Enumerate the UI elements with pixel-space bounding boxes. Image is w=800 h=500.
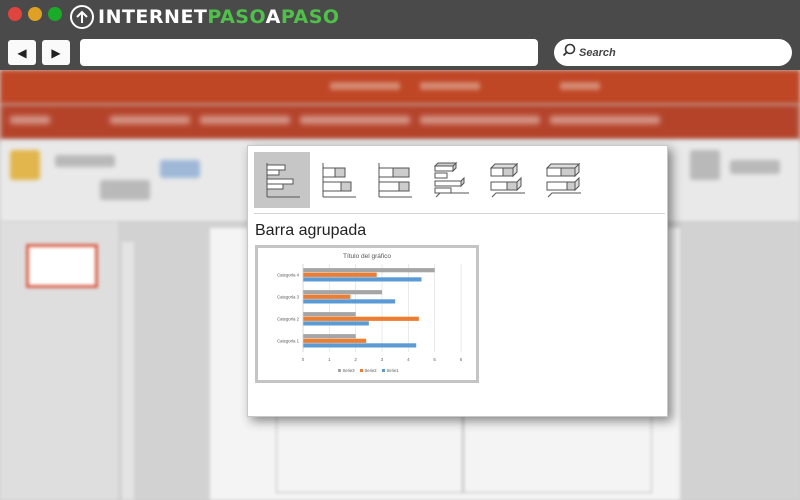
legend-swatch [360,369,363,372]
minimize-window-button[interactable] [28,7,42,21]
close-window-button[interactable] [8,7,22,21]
site-logo: INTERNETPASOAPASO [70,5,340,29]
legend-label: Serie3 [343,368,356,373]
category-label: Categoría 2 [277,317,300,322]
chart-preview-svg: Título del gráfico 0 1 2 3 4 5 6 Categoría 1 Cate… [258,248,476,380]
x-tick-label: 0 [302,357,305,362]
slide-thumbnail[interactable] [26,244,98,288]
browser-toolbar: ◀ ▶ Search [0,34,800,70]
logo-text: INTERNETPASOAPASO [98,6,340,28]
chart-type-list [254,152,590,208]
chart-preview[interactable]: Título del gráfico 0 1 2 3 4 5 6 Categoría 1 Cate… [255,245,479,383]
x-tick-label: 1 [328,357,331,362]
category-label: Categoría 3 [277,295,300,300]
bar-serie2 [303,316,419,321]
category-label: Categoría 1 [277,339,300,344]
bar-serie2 [303,272,377,277]
legend-swatch [382,369,385,372]
search-icon [562,43,576,62]
browser-titlebar: INTERNETPASOAPASO [0,0,800,34]
clustered-bar-option[interactable] [254,152,310,208]
3d-100-stacked-bar-option[interactable] [534,152,590,208]
bar-serie1 [303,321,369,326]
category-label: Categoría 4 [277,273,300,278]
legend-label: Serie1 [387,368,400,373]
x-tick-label: 3 [381,357,384,362]
bar-serie1 [303,343,417,348]
app-titlebar [0,70,800,104]
gallery-divider [254,213,665,214]
bar-serie3 [303,312,356,317]
bar-serie2 [303,338,367,343]
forward-button[interactable]: ▶ [42,40,70,65]
bar-serie2 [303,294,351,299]
vertical-ruler [122,242,134,500]
stacked-bar-icon [322,163,356,198]
bar-serie3 [303,290,382,295]
100-stacked-bar-icon [378,163,412,198]
x-tick-label: 2 [354,357,357,362]
3d-clustered-bar-option[interactable] [422,152,478,208]
3d-stacked-bar-icon [489,162,525,198]
forward-arrow-icon: ▶ [51,45,61,60]
bar-serie3 [303,334,356,339]
chart-title: Título del gráfico [343,253,391,260]
address-bar[interactable] [80,39,538,66]
slide-thumbnails [0,222,118,500]
ribbon-tabs [0,104,800,140]
x-tick-label: 5 [433,357,436,362]
3d-100-stacked-bar-icon [545,162,581,198]
back-button[interactable]: ◀ [8,40,36,65]
logo-arrow-icon [70,5,94,29]
legend-swatch [338,369,341,372]
x-tick-label: 4 [407,357,410,362]
bar-serie1 [303,277,422,282]
100-stacked-bar-option[interactable] [366,152,422,208]
bar-serie3 [303,268,435,273]
chart-type-gallery: Barra agrupada Título del gráfico 0 1 2 3 4 5 6… [247,145,668,417]
clustered-bar-icon [266,163,300,198]
x-tick-label: 6 [460,357,463,362]
3d-clustered-bar-icon [433,161,469,198]
maximize-window-button[interactable] [48,7,62,21]
search-label: Search [579,46,616,59]
3d-stacked-bar-option[interactable] [478,152,534,208]
selected-chart-type-label: Barra agrupada [255,222,367,239]
bar-serie1 [303,299,396,304]
legend-label: Serie2 [365,368,378,373]
back-arrow-icon: ◀ [17,45,27,60]
stacked-bar-option[interactable] [310,152,366,208]
search-field[interactable]: Search [554,39,792,66]
